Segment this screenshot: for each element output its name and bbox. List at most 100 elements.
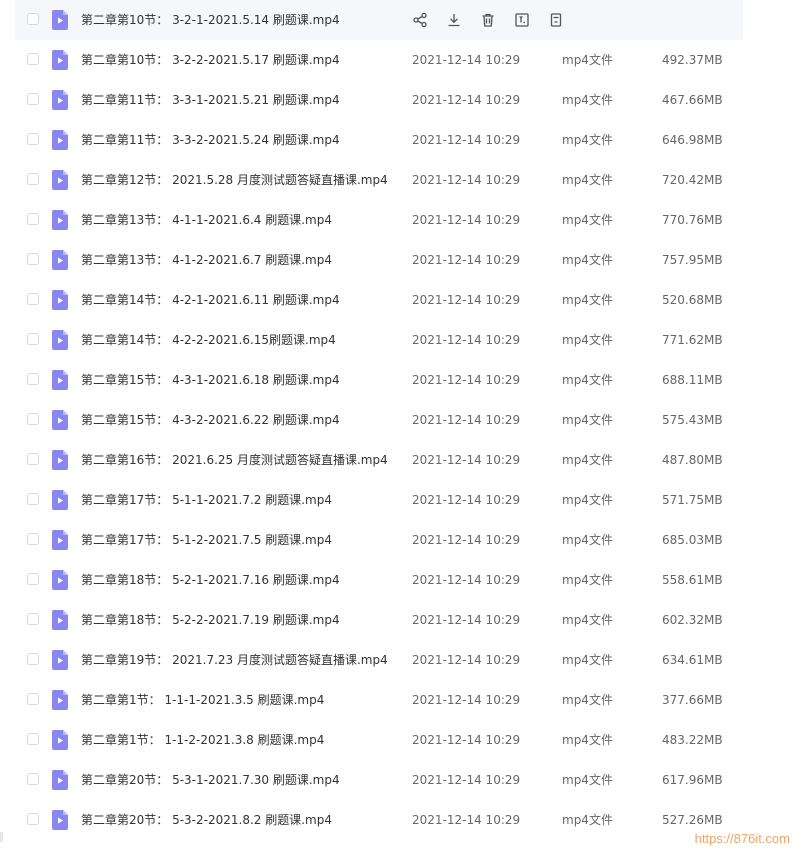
scroll-marker [0, 832, 3, 842]
row-checkbox[interactable] [27, 693, 39, 705]
file-name[interactable]: 第二章第17节： 5-1-2-2021.7.5 刷题课.mp4 [81, 520, 332, 560]
file-row[interactable]: 第二章第1节： 1-1-1-2021.3.5 刷题课.mp4 2021-12-1… [15, 680, 743, 720]
file-row[interactable]: 第二章第15节： 4-3-1-2021.6.18 刷题课.mp4 2021-12… [15, 360, 743, 400]
file-row[interactable]: 第二章第14节： 4-2-1-2021.6.11 刷题课.mp4 2021-12… [15, 280, 743, 320]
file-size: 575.43MB [662, 413, 723, 427]
row-action-bar [412, 12, 582, 28]
file-name[interactable]: 第二章第17节： 5-1-1-2021.7.2 刷题课.mp4 [81, 480, 332, 520]
delete-icon[interactable] [480, 12, 496, 28]
file-row[interactable]: 第二章第20节： 5-3-1-2021.7.30 刷题课.mp4 2021-12… [15, 760, 743, 800]
video-file-icon [52, 450, 68, 470]
file-type: mp4文件 [562, 773, 613, 787]
file-row[interactable]: 第二章第17节： 5-1-2-2021.7.5 刷题课.mp4 2021-12-… [15, 520, 743, 560]
file-type: mp4文件 [562, 813, 613, 827]
file-row[interactable]: 第二章第11节： 3-3-1-2021.5.21 刷题课.mp4 2021-12… [15, 80, 743, 120]
file-size: 771.62MB [662, 333, 723, 347]
file-date: 2021-12-14 10:29 [412, 253, 521, 267]
file-row[interactable]: 第二章第1节： 1-1-2-2021.3.8 刷题课.mp4 2021-12-1… [15, 720, 743, 760]
file-row[interactable]: 第二章第18节： 5-2-2-2021.7.19 刷题课.mp4 2021-12… [15, 600, 743, 640]
file-row[interactable]: 第二章第13节： 4-1-1-2021.6.4 刷题课.mp4 2021-12-… [15, 200, 743, 240]
file-name[interactable]: 第二章第19节： 2021.7.23 月度测试题答疑直播课.mp4 [81, 640, 388, 680]
file-row[interactable]: 第二章第10节： 3-2-2-2021.5.17 刷题课.mp4 2021-12… [15, 40, 743, 80]
row-checkbox[interactable] [27, 653, 39, 665]
row-checkbox[interactable] [27, 253, 39, 265]
file-name[interactable]: 第二章第10节： 3-2-1-2021.5.14 刷题课.mp4 [81, 0, 340, 40]
row-checkbox[interactable] [27, 93, 39, 105]
file-name[interactable]: 第二章第12节： 2021.5.28 月度测试题答疑直播课.mp4 [81, 160, 388, 200]
file-type: mp4文件 [562, 533, 613, 547]
file-date: 2021-12-14 10:29 [412, 373, 521, 387]
share-icon[interactable] [412, 12, 428, 28]
more-icon[interactable] [548, 12, 564, 28]
file-row[interactable]: 第二章第11节： 3-3-2-2021.5.24 刷题课.mp4 2021-12… [15, 120, 743, 160]
file-name[interactable]: 第二章第11节： 3-3-1-2021.5.21 刷题课.mp4 [81, 80, 340, 120]
file-name[interactable]: 第二章第13节： 4-1-1-2021.6.4 刷题课.mp4 [81, 200, 332, 240]
row-checkbox[interactable] [27, 533, 39, 545]
rename-icon[interactable] [514, 12, 530, 28]
row-checkbox[interactable] [27, 453, 39, 465]
file-row[interactable]: 第二章第13节： 4-1-2-2021.6.7 刷题课.mp4 2021-12-… [15, 240, 743, 280]
video-file-icon [52, 410, 68, 430]
file-row[interactable]: 第二章第20节： 5-3-2-2021.8.2 刷题课.mp4 2021-12-… [15, 800, 743, 840]
file-row[interactable]: 第二章第10节： 3-2-1-2021.5.14 刷题课.mp4 [15, 0, 743, 40]
file-name[interactable]: 第二章第10节： 3-2-2-2021.5.17 刷题课.mp4 [81, 40, 340, 80]
row-checkbox[interactable] [27, 133, 39, 145]
file-size: 483.22MB [662, 733, 723, 747]
file-name[interactable]: 第二章第1节： 1-1-1-2021.3.5 刷题课.mp4 [81, 680, 324, 720]
file-date: 2021-12-14 10:29 [412, 413, 521, 427]
video-file-icon [52, 530, 68, 550]
row-checkbox[interactable] [27, 613, 39, 625]
row-checkbox[interactable] [27, 173, 39, 185]
file-type: mp4文件 [562, 293, 613, 307]
file-name[interactable]: 第二章第20节： 5-3-1-2021.7.30 刷题课.mp4 [81, 760, 340, 800]
file-size: 685.03MB [662, 533, 723, 547]
file-name[interactable]: 第二章第20节： 5-3-2-2021.8.2 刷题课.mp4 [81, 800, 332, 840]
row-checkbox[interactable] [27, 573, 39, 585]
video-file-icon [52, 210, 68, 230]
file-name[interactable]: 第二章第11节： 3-3-2-2021.5.24 刷题课.mp4 [81, 120, 340, 160]
file-row[interactable]: 第二章第19节： 2021.7.23 月度测试题答疑直播课.mp4 2021-1… [15, 640, 743, 680]
row-checkbox[interactable] [27, 213, 39, 225]
file-row[interactable]: 第二章第14节： 4-2-2-2021.6.15刷题课.mp4 2021-12-… [15, 320, 743, 360]
file-type: mp4文件 [562, 333, 613, 347]
row-checkbox[interactable] [27, 413, 39, 425]
file-row[interactable]: 第二章第15节： 4-3-2-2021.6.22 刷题课.mp4 2021-12… [15, 400, 743, 440]
file-name[interactable]: 第二章第14节： 4-2-1-2021.6.11 刷题课.mp4 [81, 280, 340, 320]
file-name[interactable]: 第二章第16节： 2021.6.25 月度测试题答疑直播课.mp4 [81, 440, 388, 480]
row-checkbox[interactable] [27, 493, 39, 505]
file-size: 492.37MB [662, 53, 723, 67]
file-name[interactable]: 第二章第15节： 4-3-1-2021.6.18 刷题课.mp4 [81, 360, 340, 400]
file-name[interactable]: 第二章第13节： 4-1-2-2021.6.7 刷题课.mp4 [81, 240, 332, 280]
file-type: mp4文件 [562, 613, 613, 627]
file-name[interactable]: 第二章第18节： 5-2-1-2021.7.16 刷题课.mp4 [81, 560, 340, 600]
row-checkbox[interactable] [27, 293, 39, 305]
file-date: 2021-12-14 10:29 [412, 533, 521, 547]
file-type: mp4文件 [562, 53, 613, 67]
row-checkbox[interactable] [27, 373, 39, 385]
file-row[interactable]: 第二章第18节： 5-2-1-2021.7.16 刷题课.mp4 2021-12… [15, 560, 743, 600]
row-checkbox[interactable] [27, 773, 39, 785]
row-checkbox[interactable] [27, 53, 39, 65]
file-date: 2021-12-14 10:29 [412, 493, 521, 507]
video-file-icon [52, 50, 68, 70]
file-size: 617.96MB [662, 773, 723, 787]
file-name[interactable]: 第二章第15节： 4-3-2-2021.6.22 刷题课.mp4 [81, 400, 340, 440]
file-size: 757.95MB [662, 253, 723, 267]
file-row[interactable]: 第二章第16节： 2021.6.25 月度测试题答疑直播课.mp4 2021-1… [15, 440, 743, 480]
file-size: 646.98MB [662, 133, 723, 147]
file-date: 2021-12-14 10:29 [412, 333, 521, 347]
file-type: mp4文件 [562, 693, 613, 707]
file-row[interactable]: 第二章第12节： 2021.5.28 月度测试题答疑直播课.mp4 2021-1… [15, 160, 743, 200]
row-checkbox[interactable] [27, 733, 39, 745]
download-icon[interactable] [446, 12, 462, 28]
file-name[interactable]: 第二章第18节： 5-2-2-2021.7.19 刷题课.mp4 [81, 600, 340, 640]
file-name[interactable]: 第二章第1节： 1-1-2-2021.3.8 刷题课.mp4 [81, 720, 324, 760]
video-file-icon [52, 250, 68, 270]
file-size: 558.61MB [662, 573, 723, 587]
row-checkbox[interactable] [27, 13, 39, 25]
row-checkbox[interactable] [27, 333, 39, 345]
video-file-icon [52, 570, 68, 590]
file-name[interactable]: 第二章第14节： 4-2-2-2021.6.15刷题课.mp4 [81, 320, 336, 360]
file-row[interactable]: 第二章第17节： 5-1-1-2021.7.2 刷题课.mp4 2021-12-… [15, 480, 743, 520]
row-checkbox[interactable] [27, 813, 39, 825]
